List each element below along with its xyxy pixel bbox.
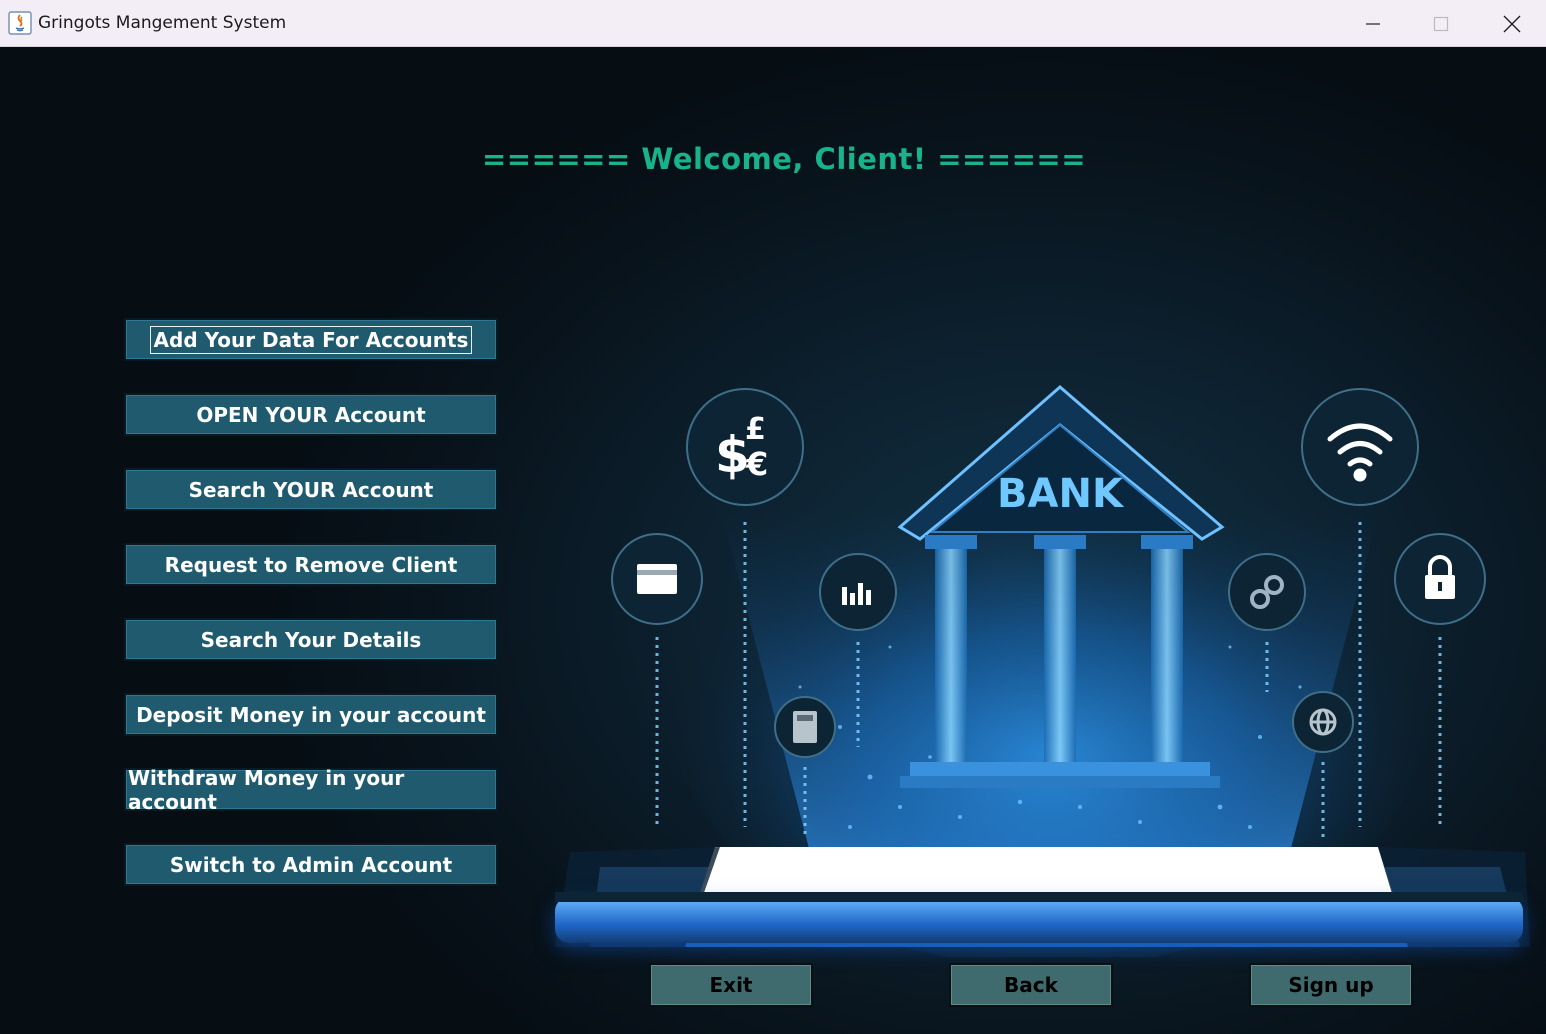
button-label: Deposit Money in your account [136, 702, 486, 727]
add-data-for-accounts-button[interactable]: Add Your Data For Accounts [124, 318, 498, 361]
button-label: Switch to Admin Account [169, 852, 453, 877]
maximize-button[interactable] [1406, 0, 1476, 47]
window-title: Gringots Mangement System [38, 13, 287, 33]
close-button[interactable] [1477, 0, 1546, 47]
title-bar: Gringots Mangement System [0, 0, 1546, 47]
button-label: Request to Remove Client [164, 552, 458, 577]
button-label: OPEN YOUR Account [196, 402, 426, 427]
calculator-icon [793, 711, 817, 743]
platform-top [555, 892, 1523, 902]
java-app-icon [8, 11, 32, 35]
search-your-account-button[interactable]: Search YOUR Account [124, 468, 498, 511]
exit-label: Exit [709, 973, 753, 997]
bank-illustration: $ £ € BANK [555, 385, 1530, 957]
button-label: Withdraw Money in your account [128, 765, 405, 814]
exit-button[interactable]: Exit [649, 963, 813, 1007]
minimize-button[interactable] [1338, 0, 1408, 47]
sign-up-label: Sign up [1288, 973, 1374, 997]
svg-text:BANK: BANK [997, 471, 1125, 517]
button-label: Add Your Data For Accounts [149, 325, 473, 354]
svg-text:£: £ [745, 412, 766, 447]
sign-up-button[interactable]: Sign up [1249, 963, 1413, 1007]
switch-to-admin-button[interactable]: Switch to Admin Account [124, 843, 498, 886]
deposit-money-button[interactable]: Deposit Money in your account [124, 693, 498, 736]
close-icon [1503, 15, 1521, 32]
button-label: Search Your Details [200, 627, 422, 652]
withdraw-money-button[interactable]: Withdraw Money in your account [124, 765, 498, 814]
request-remove-client-button[interactable]: Request to Remove Client [124, 543, 498, 586]
svg-text:€: € [745, 445, 768, 483]
search-your-details-button[interactable]: Search Your Details [124, 618, 498, 661]
platform-base [555, 897, 1523, 943]
back-button[interactable]: Back [949, 963, 1113, 1007]
card-icon [637, 564, 677, 594]
welcome-heading: ====== Welcome, Client! ====== [481, 142, 1087, 176]
button-label: Search YOUR Account [188, 477, 434, 502]
maximize-icon [1433, 16, 1449, 31]
back-label: Back [1004, 973, 1058, 997]
main-panel: ====== Welcome, Client! ====== $ £ € BAN… [0, 47, 1546, 1034]
open-your-account-button[interactable]: OPEN YOUR Account [124, 393, 498, 436]
bank-building-icon: BANK [897, 385, 1225, 788]
minimize-icon [1366, 22, 1380, 25]
